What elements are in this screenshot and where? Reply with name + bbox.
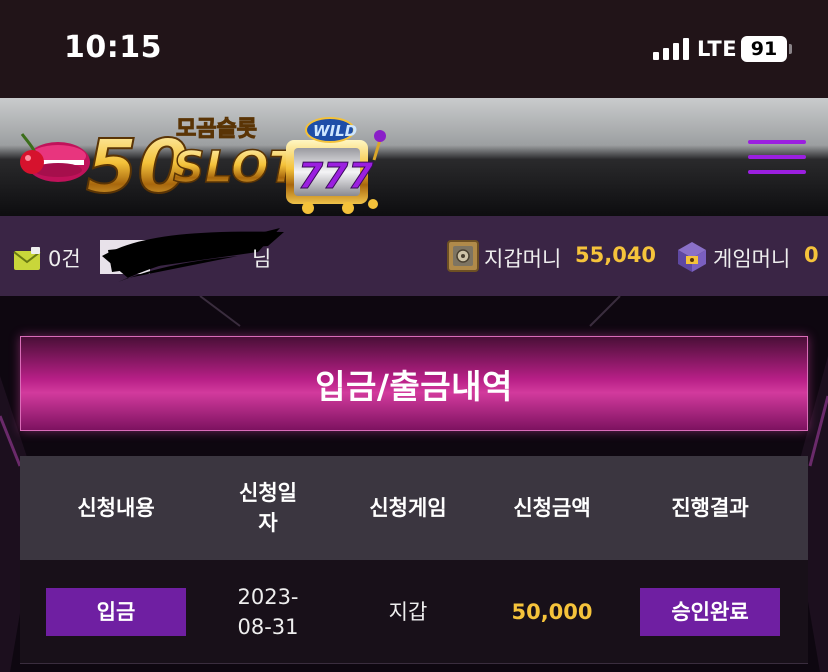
header-progress-result: 진행결과: [671, 496, 749, 520]
logo-wild-text: WILD: [313, 122, 357, 140]
cherry-icon: [20, 133, 44, 174]
header-request-type: 신청내용: [77, 496, 155, 520]
row-amount: 50,000: [511, 600, 593, 624]
row-date-cell: 2023- 08-31: [212, 560, 324, 664]
table-header: 신청내용 신청일 자 신청게임 신청금액 진행결과: [20, 456, 808, 560]
status-time: 10:15: [64, 30, 162, 65]
logo-slot-text: SLOT: [173, 142, 302, 193]
mail-count[interactable]: 0건: [48, 243, 81, 273]
row-status-cell: 승인완료: [612, 560, 808, 664]
envelope-icon[interactable]: [13, 247, 41, 271]
status-badge[interactable]: 승인완료: [640, 588, 780, 636]
network-type: LTE: [697, 37, 738, 61]
header-request-date: 신청일 자: [212, 456, 324, 560]
table-row: 입금 2023- 08-31 지갑 50,000 승인완료: [20, 560, 808, 664]
logo-reels-text: 777: [298, 156, 373, 197]
hamburger-menu-icon[interactable]: [748, 138, 808, 176]
safe-icon: [447, 240, 479, 272]
row-type-cell: 입금: [20, 560, 212, 664]
wallet-money-label: 지갑머니: [484, 247, 562, 271]
page-title: 입금/출금내역: [315, 366, 513, 406]
row-game: 지갑: [388, 600, 428, 624]
battery-icon: 91: [741, 36, 787, 62]
battery-tip: [789, 44, 792, 54]
signal-icon: [653, 38, 689, 60]
game-money-label: 게임머니: [713, 247, 791, 271]
deposit-badge[interactable]: 입금: [46, 588, 186, 636]
game-money-value: 0: [804, 243, 819, 267]
site-logo[interactable]: 50 모곰슬롯 SLOT 777 WILD: [8, 100, 393, 216]
user-suffix: 님: [252, 247, 272, 271]
header-request-game: 신청게임: [369, 496, 447, 520]
header-request-amount: 신청금액: [513, 496, 591, 520]
page-title-banner: 입금/출금내역: [20, 336, 808, 431]
slot-machine-icon: 777 WILD: [286, 117, 386, 214]
site-header: 50 모곰슬롯 SLOT 777 WILD: [0, 98, 828, 216]
wallet-money-value: 55,040: [575, 243, 657, 267]
logo-small-text: 모곰슬롯: [176, 117, 257, 142]
header-request-date-text: 신청일 자: [239, 481, 297, 535]
treasure-box-icon: [678, 242, 706, 272]
row-date: 2023- 08-31: [237, 585, 299, 639]
row-divider: [20, 663, 808, 664]
